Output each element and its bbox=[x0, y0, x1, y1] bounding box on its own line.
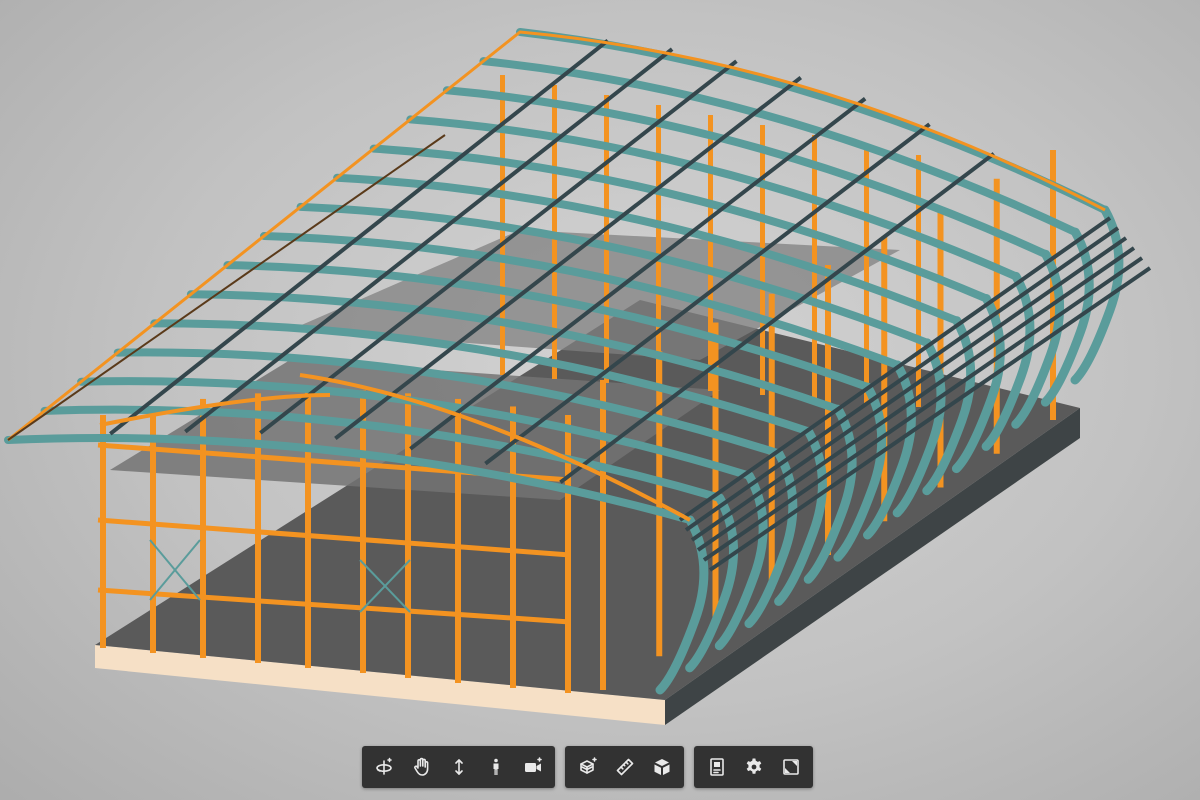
modeling-tools bbox=[565, 746, 684, 788]
section-box-button[interactable] bbox=[571, 750, 604, 784]
orbit-button[interactable] bbox=[368, 750, 401, 784]
front-column bbox=[255, 393, 261, 663]
viewer-toolbar bbox=[362, 746, 813, 788]
settings-gear-icon bbox=[746, 758, 761, 774]
model-browser-icon bbox=[709, 758, 724, 776]
back-column bbox=[708, 115, 713, 391]
first-person-button[interactable] bbox=[479, 750, 512, 784]
fullscreen-button[interactable] bbox=[774, 750, 807, 784]
back-column bbox=[656, 105, 661, 387]
front-column bbox=[100, 415, 106, 648]
front-column bbox=[305, 390, 311, 668]
building-model[interactable] bbox=[0, 0, 1200, 800]
explode-cube-icon bbox=[654, 759, 669, 775]
zoom-icon bbox=[454, 759, 463, 775]
section-box-icon bbox=[579, 757, 597, 774]
front-column bbox=[360, 390, 366, 673]
properties-tools bbox=[694, 746, 813, 788]
fullscreen-icon bbox=[782, 759, 799, 775]
camera-button[interactable] bbox=[516, 750, 549, 784]
3d-viewport[interactable] bbox=[0, 0, 1200, 800]
model-browser-button[interactable] bbox=[700, 750, 733, 784]
navigation-tools bbox=[362, 746, 555, 788]
measure-ruler-icon bbox=[616, 758, 633, 776]
explode-button[interactable] bbox=[645, 750, 678, 784]
settings-button[interactable] bbox=[737, 750, 770, 784]
orbit-icon bbox=[375, 757, 392, 775]
pan-button[interactable] bbox=[405, 750, 438, 784]
side-column bbox=[768, 293, 775, 589]
first-person-icon bbox=[493, 758, 498, 775]
camera-icon bbox=[524, 757, 542, 772]
front-column bbox=[150, 406, 156, 653]
zoom-button[interactable] bbox=[442, 750, 475, 784]
measure-button[interactable] bbox=[608, 750, 641, 784]
pan-hand-icon bbox=[413, 757, 428, 776]
side-column bbox=[600, 380, 606, 690]
front-column bbox=[405, 393, 411, 678]
